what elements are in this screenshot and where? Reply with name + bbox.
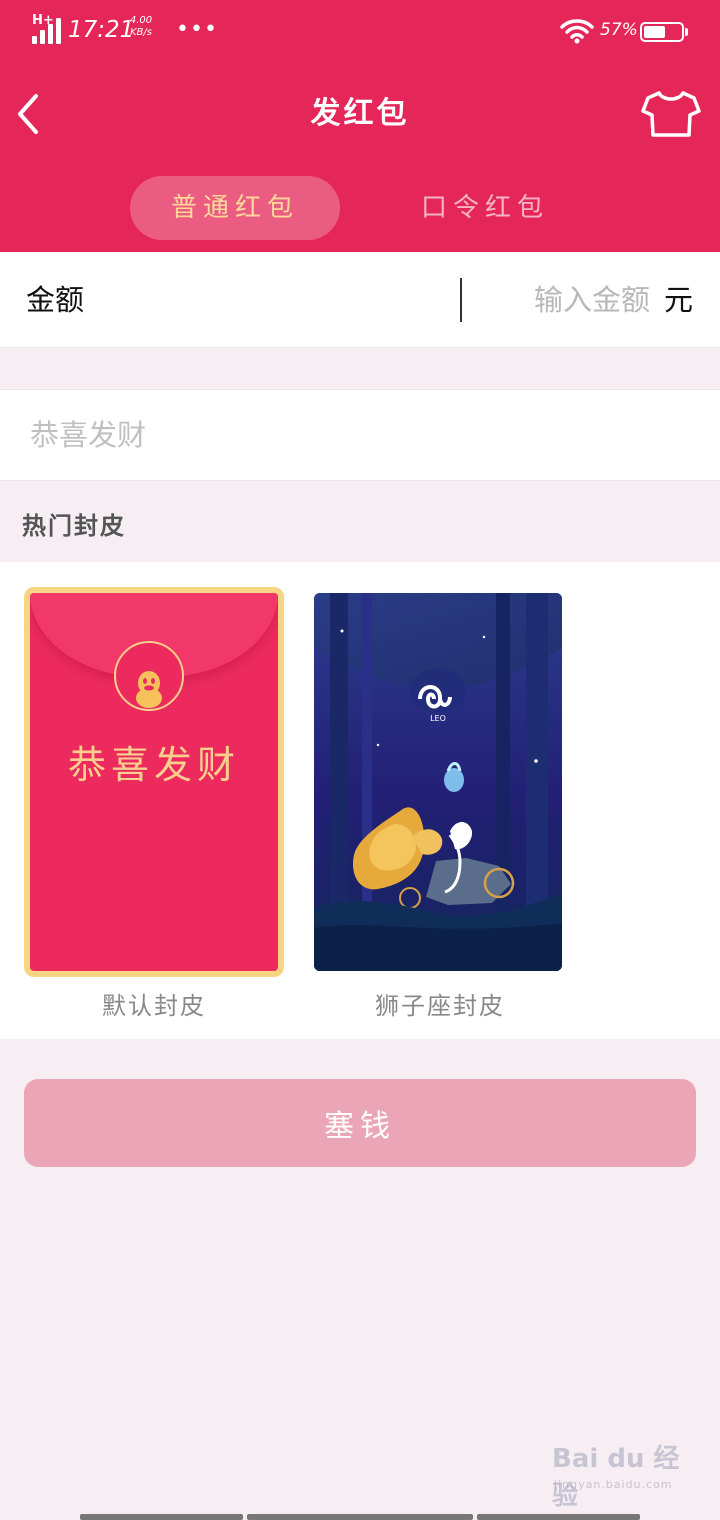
battery-icon [640, 22, 688, 42]
more-notifications-icon: ••• [176, 17, 218, 42]
status-time: 17:21 [68, 17, 135, 43]
leo-cover-art: LEO [314, 593, 562, 971]
send-red-packet-screen: H+ 17:21 4.00 KB/s ••• 57% 发红包 普通红包 口令红包… [0, 0, 720, 1520]
default-cover-card[interactable]: 恭喜发财 [24, 587, 284, 977]
speed-unit: KB/s [130, 27, 152, 38]
amount-input[interactable] [460, 278, 650, 322]
top-header: H+ 17:21 4.00 KB/s ••• 57% 发红包 普通红包 口令红包 [0, 0, 720, 252]
speed-value: 4.00 [129, 15, 153, 26]
status-bar: H+ 17:21 4.00 KB/s ••• 57% [0, 0, 720, 64]
cover-option-leo[interactable]: LEO 狮子座封皮 [310, 562, 570, 1039]
cover-option-default[interactable]: 恭喜发财 默认封皮 [24, 562, 284, 1039]
covers-list: 恭喜发财 默认封皮 LEO 狮子座封皮 [0, 562, 720, 1039]
amount-label: 金额 [26, 283, 85, 317]
penguin-icon [136, 671, 162, 708]
leo-cover-card[interactable]: LEO [314, 593, 562, 971]
popular-covers-title: 热门封皮 [22, 512, 126, 540]
put-money-button[interactable]: 塞钱 [24, 1079, 696, 1167]
leo-cover-name: 狮子座封皮 [375, 992, 505, 1020]
system-navigation-bars [80, 1514, 640, 1520]
navigation-bar: 发红包 [0, 64, 720, 164]
shirt-icon[interactable] [640, 88, 702, 140]
wish-row [0, 389, 720, 481]
network-speed: 4.00 KB/s [126, 15, 156, 39]
network-type: H+ [32, 13, 54, 28]
wish-message-input[interactable] [30, 412, 690, 458]
baidu-jingyan-watermark: Bai du 经验 jingyan.baidu.com [552, 1438, 702, 1511]
wifi-icon [560, 19, 594, 44]
watermark-logo: Bai du 经验 [552, 1444, 680, 1511]
leo-symbol-icon: LEO [430, 714, 446, 723]
red-packet-type-tabs: 普通红包 口令红包 [0, 176, 720, 240]
default-cover-name: 默认封皮 [102, 992, 206, 1020]
tab-password-red-packet[interactable]: 口令红包 [380, 176, 590, 240]
tab-normal-red-packet[interactable]: 普通红包 [130, 176, 340, 240]
amount-unit: 元 [664, 283, 694, 317]
amount-row: 金额 元 [0, 252, 720, 348]
watermark-url: jingyan.baidu.com [554, 1478, 673, 1491]
page-title: 发红包 [310, 96, 410, 131]
cover-greeting: 恭喜发财 [67, 743, 240, 787]
battery-percentage: 57% [600, 20, 638, 40]
battery-level [644, 26, 665, 38]
